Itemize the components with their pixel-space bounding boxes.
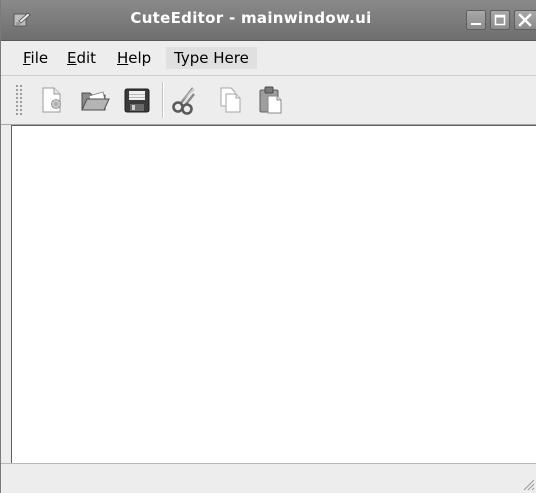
close-icon xyxy=(518,13,532,27)
window-title: CuteEditor - mainwindow.ui xyxy=(130,9,372,27)
save-icon[interactable] xyxy=(121,84,153,116)
app-icon[interactable] xyxy=(13,11,31,29)
menu-help-label: elp xyxy=(128,49,152,67)
maximize-icon xyxy=(494,14,506,26)
toolbar-separator xyxy=(162,82,164,118)
toolbar-grip-handle[interactable] xyxy=(15,84,23,116)
toolbar xyxy=(1,76,536,125)
close-button[interactable] xyxy=(514,10,536,30)
menu-type-here[interactable]: Type Here xyxy=(166,47,257,69)
menu-file[interactable]: File xyxy=(19,47,52,69)
cut-icon[interactable] xyxy=(169,84,201,116)
central-widget[interactable] xyxy=(11,125,536,463)
menu-help-mnemonic: H xyxy=(117,49,129,67)
menu-edit-label: dit xyxy=(76,49,97,67)
menu-edit[interactable]: Edit xyxy=(63,47,100,69)
menu-file-label: ile xyxy=(30,49,49,67)
minimize-icon xyxy=(471,23,481,25)
maximize-button[interactable] xyxy=(490,10,510,30)
copy-icon[interactable] xyxy=(213,84,245,116)
open-folder-icon[interactable] xyxy=(79,84,111,116)
resize-grip-icon[interactable] xyxy=(521,477,535,491)
menu-help[interactable]: Help xyxy=(113,47,155,69)
status-bar xyxy=(1,463,536,493)
paste-icon[interactable] xyxy=(255,84,287,116)
menu-bar: File Edit Help Type Here xyxy=(1,41,536,76)
minimize-button[interactable] xyxy=(466,10,486,30)
title-bar[interactable]: CuteEditor - mainwindow.ui xyxy=(1,0,536,41)
main-window: CuteEditor - mainwindow.ui File Edit Hel… xyxy=(0,0,536,493)
menu-file-mnemonic: F xyxy=(23,49,31,67)
new-document-icon[interactable] xyxy=(35,84,67,116)
